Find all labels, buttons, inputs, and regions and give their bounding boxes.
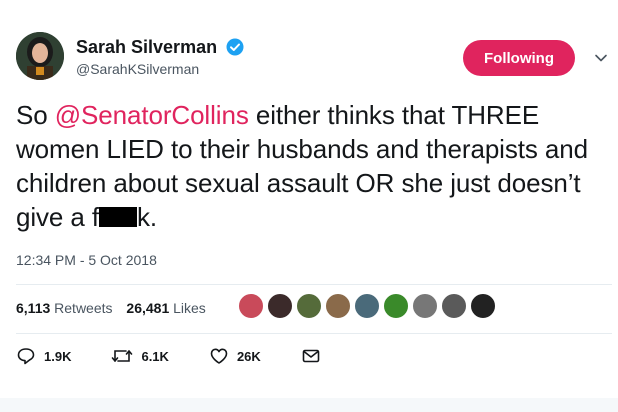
tweet-card: Sarah Silverman @SarahKSilverman Followi… [0,0,618,412]
following-button[interactable]: Following [463,40,575,76]
liker-avatar[interactable] [354,293,380,319]
avatar[interactable] [16,32,64,80]
action-bar: 1.9K 6.1K 26K [16,346,369,366]
tweet-text-end: k. [137,202,158,232]
liker-avatar[interactable] [412,293,438,319]
display-name[interactable]: Sarah Silverman [76,36,217,58]
like-icon [210,348,228,364]
reply-icon [17,348,35,365]
tweet-text: So @SenatorCollins either thinks that TH… [16,98,612,234]
like-button[interactable]: 26K [209,346,261,366]
retweet-button[interactable]: 6.1K [111,346,169,366]
liker-avatar[interactable] [267,293,293,319]
tweet-timestamp[interactable]: 12:34 PM - 5 Oct 2018 [16,252,157,268]
likes-stat[interactable]: 26,481 Likes [126,300,205,316]
retweets-stat[interactable]: 6,113 Retweets [16,300,113,316]
liker-avatar[interactable] [296,293,322,319]
liker-avatar[interactable] [470,293,496,319]
retweets-count: 6,113 [16,300,51,316]
divider [16,333,612,334]
engagement-stats: 6,113 Retweets 26,481 Likes [16,300,216,316]
chevron-down-icon[interactable] [594,51,608,65]
dm-icon [302,349,320,363]
liker-avatar[interactable] [238,293,264,319]
redaction-bar [99,207,138,227]
reply-count: 1.9K [44,348,72,364]
reply-button[interactable]: 1.9K [16,346,71,366]
tweet-text-start: So [16,100,55,130]
liker-avatar[interactable] [383,293,409,319]
liker-avatar[interactable] [441,293,467,319]
liker-avatars [238,293,499,321]
verified-badge-icon [226,38,244,56]
likes-label: Likes [173,300,206,316]
user-handle[interactable]: @SarahKSilverman [76,61,244,77]
bottom-band [0,398,618,412]
likes-count: 26,481 [126,300,170,316]
mention-link[interactable]: @SenatorCollins [55,100,249,130]
author-block: Sarah Silverman @SarahKSilverman [76,36,244,77]
direct-message-button[interactable] [301,346,329,366]
retweet-count: 6.1K [141,348,169,364]
retweets-label: Retweets [54,300,113,316]
like-count: 26K [236,348,261,364]
divider [16,284,612,285]
liker-avatar[interactable] [325,293,351,319]
retweet-icon [112,350,133,362]
